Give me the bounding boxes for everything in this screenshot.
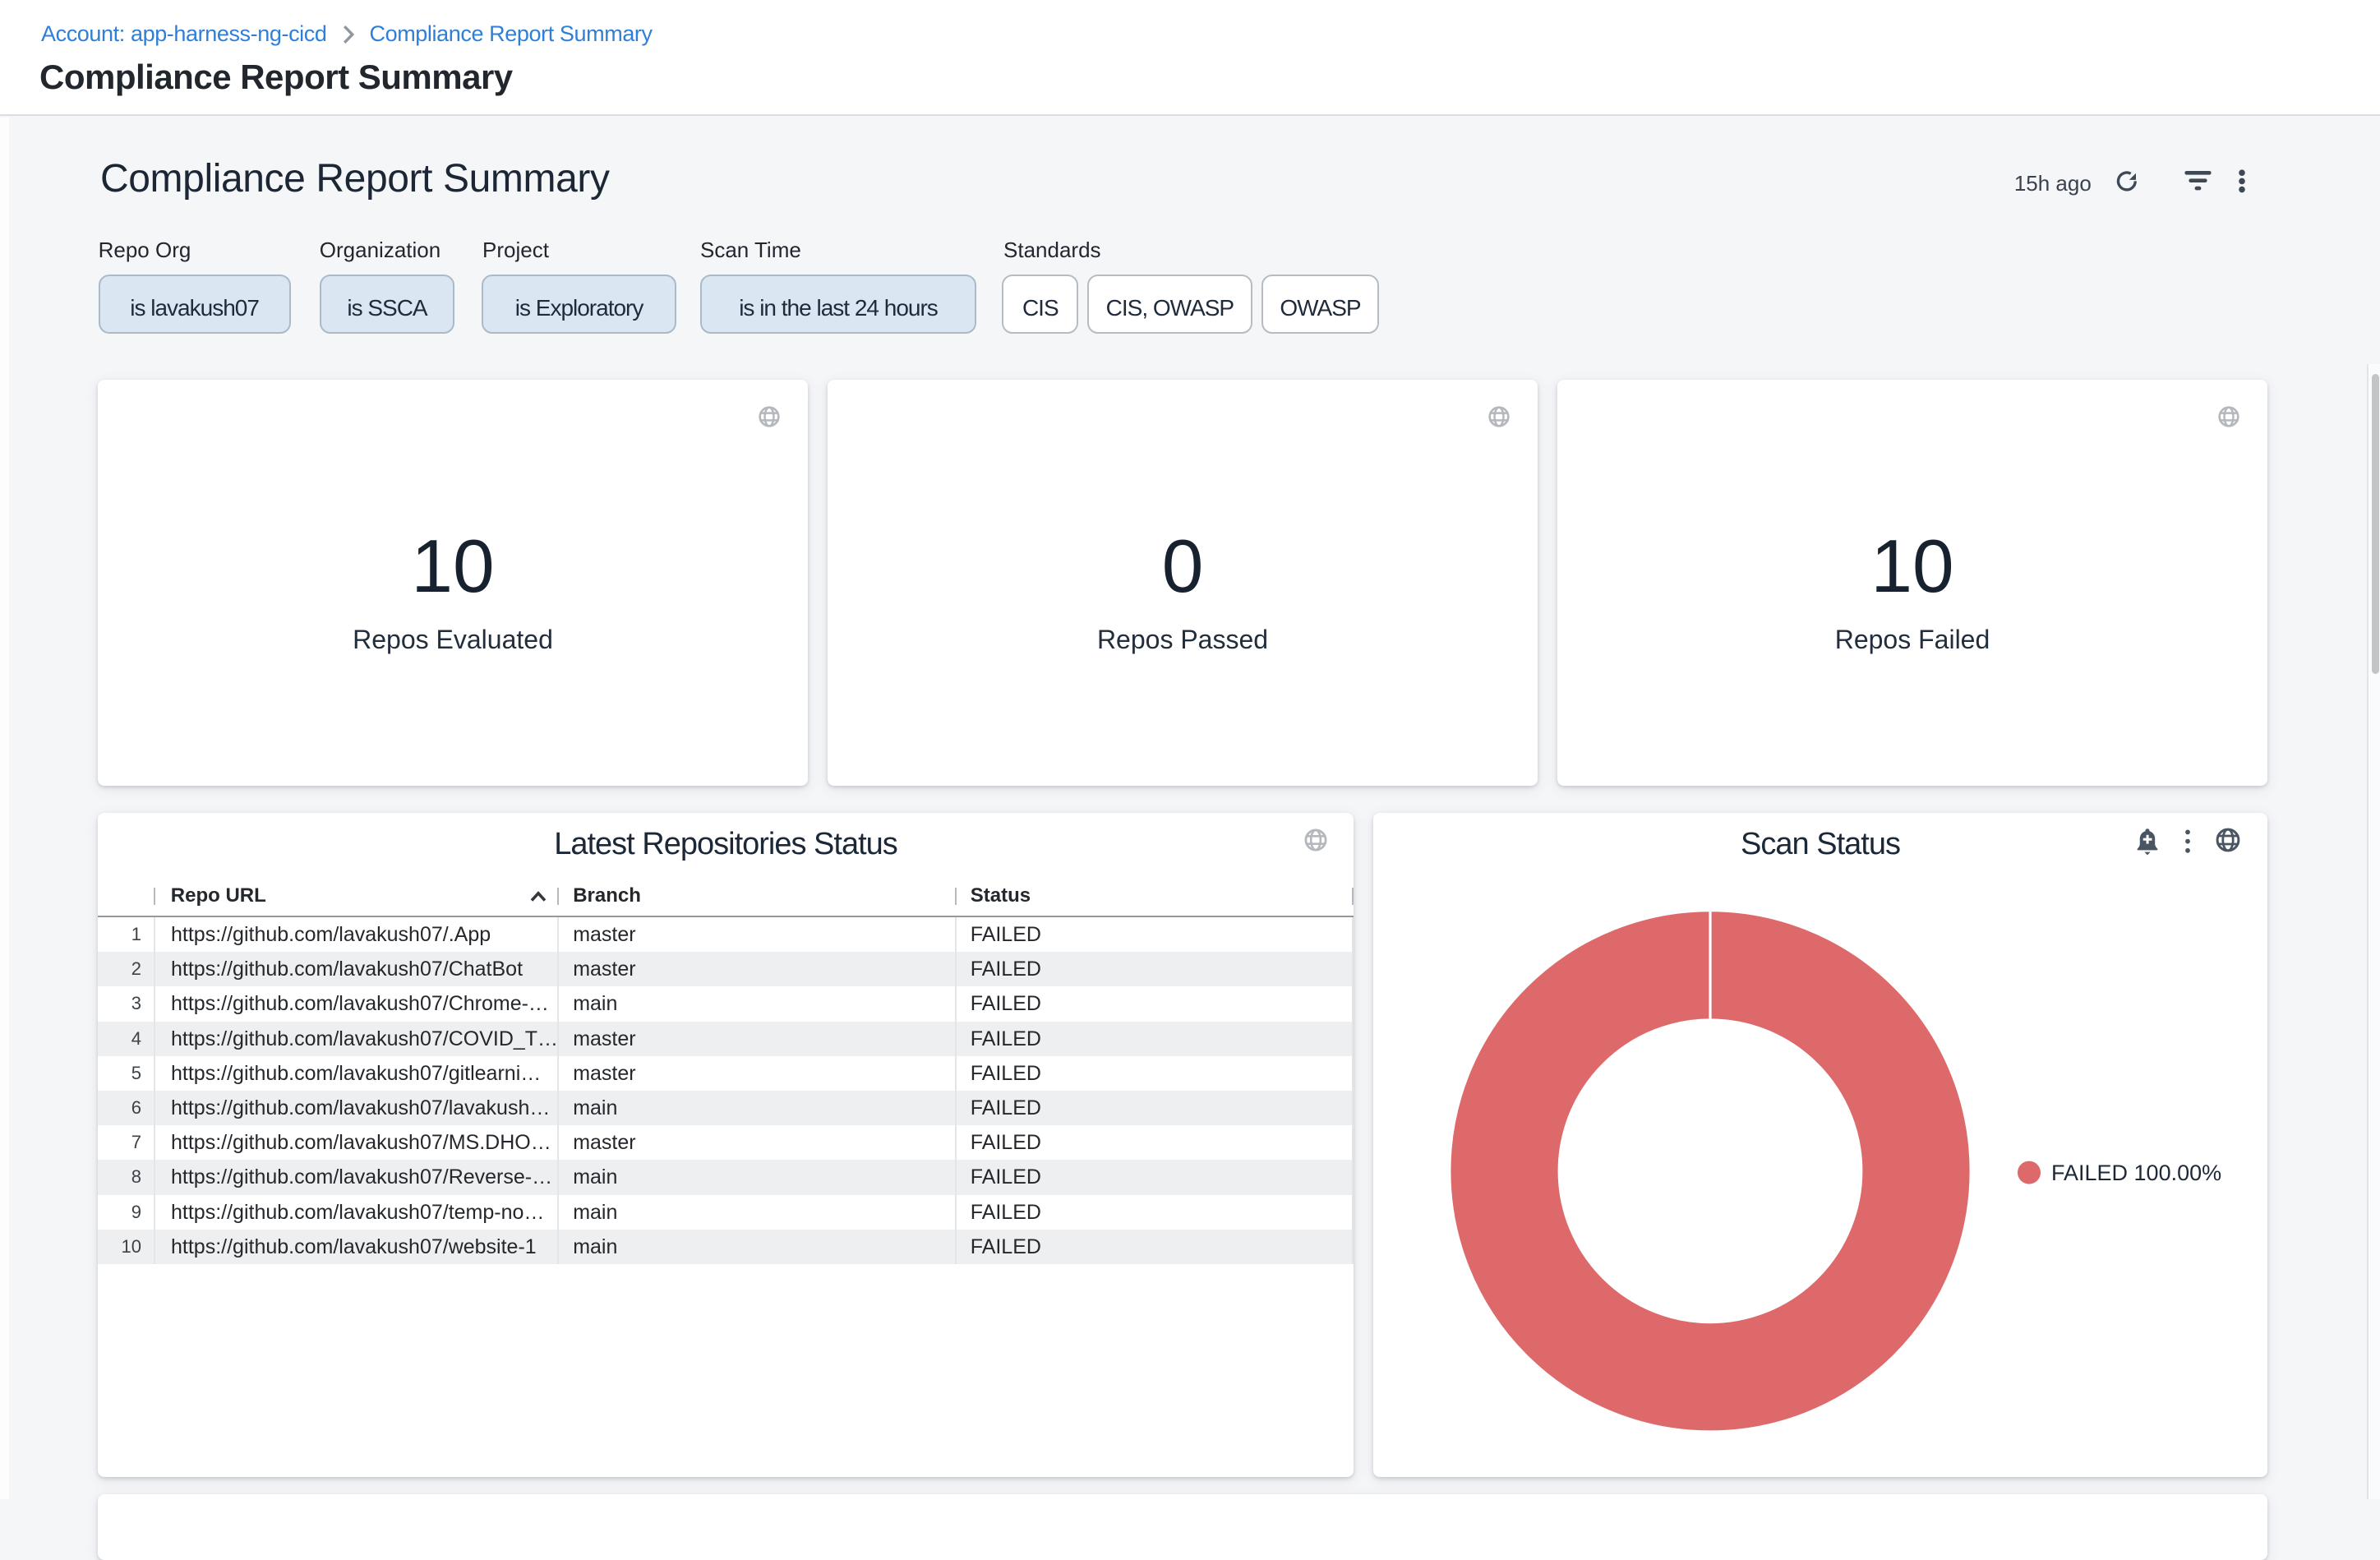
svg-text:FAILED 100.00%: FAILED 100.00% xyxy=(2051,1161,2221,1185)
